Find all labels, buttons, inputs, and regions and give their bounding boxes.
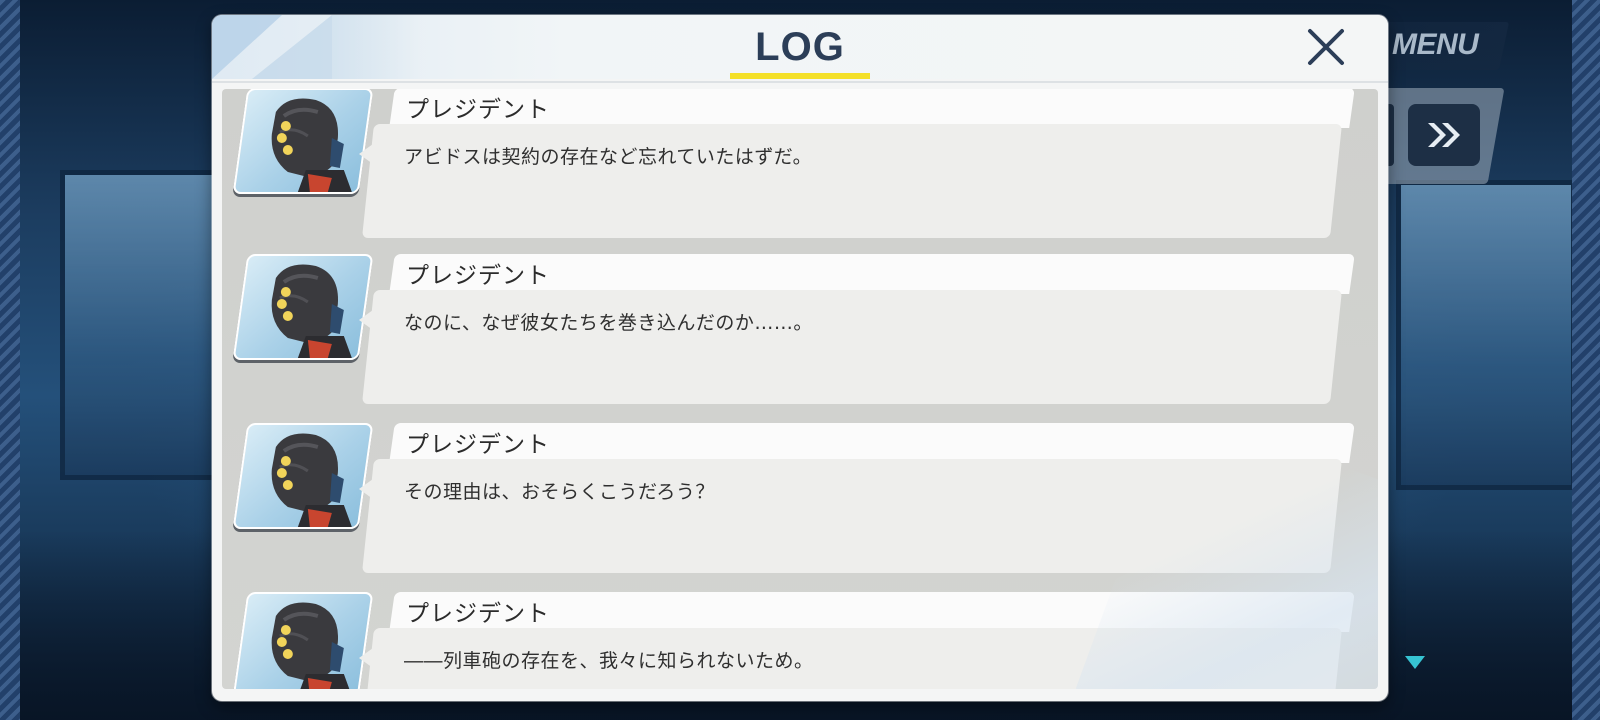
speaker-avatar	[232, 592, 374, 689]
bubble-tail	[359, 310, 373, 330]
president-portrait-icon	[271, 602, 352, 689]
president-portrait-icon	[271, 264, 352, 358]
right-edge-stripe	[1572, 0, 1600, 720]
title-underline	[730, 73, 870, 79]
triangle-down-icon	[1405, 656, 1425, 669]
dialogue-text: その理由は、おそらくこうだろう？	[404, 481, 715, 503]
fast-forward-icon	[1428, 123, 1460, 147]
dialogue-text: ――列車砲の存在を、我々に知られないため。	[404, 650, 814, 672]
dialog-title: LOG	[755, 25, 845, 69]
background-window-right	[1396, 180, 1576, 490]
log-entry: プレジデント ――列車砲の存在を、我々に知られないため。	[222, 592, 1378, 689]
dialogue-text: なのに、なぜ彼女たちを巻き込んだのか……。	[404, 312, 813, 334]
bubble-tail	[359, 479, 373, 499]
president-portrait-icon	[271, 98, 352, 192]
speaker-name: プレジデント	[406, 432, 550, 458]
dialog-header: LOG	[212, 15, 1388, 79]
president-portrait-icon	[271, 433, 352, 527]
close-button[interactable]	[1304, 25, 1348, 69]
log-entry: プレジデント その理由は、おそらくこうだろう？	[222, 423, 1378, 583]
menu-label[interactable]: MENU	[1392, 28, 1479, 62]
log-list[interactable]: プレジデント アビドスは契約の存在など忘れていたはずだ。 プレジデント なのに、…	[222, 89, 1378, 689]
bubble-tail	[359, 144, 373, 164]
close-icon	[1308, 29, 1344, 65]
log-dialog: LOG プレジデント アビドスは契約の存在など忘れていたはずだ。 プレジデント …	[212, 15, 1388, 701]
speaker-name: プレジデント	[406, 263, 550, 289]
fast-forward-button[interactable]	[1408, 104, 1480, 166]
header-divider	[212, 81, 1388, 83]
speaker-name: プレジデント	[406, 97, 550, 123]
speaker-avatar	[232, 89, 374, 194]
left-edge-stripe	[0, 0, 20, 720]
background-window-left	[60, 170, 220, 480]
log-entry: プレジデント なのに、なぜ彼女たちを巻き込んだのか……。	[222, 254, 1378, 414]
bubble-tail	[359, 648, 373, 668]
log-entry: プレジデント アビドスは契約の存在など忘れていたはずだ。	[222, 89, 1378, 248]
dialogue-text: アビドスは契約の存在など忘れていたはずだ。	[404, 146, 813, 168]
speaker-name: プレジデント	[406, 601, 550, 627]
speaker-avatar	[232, 254, 374, 360]
speaker-avatar	[232, 423, 374, 529]
